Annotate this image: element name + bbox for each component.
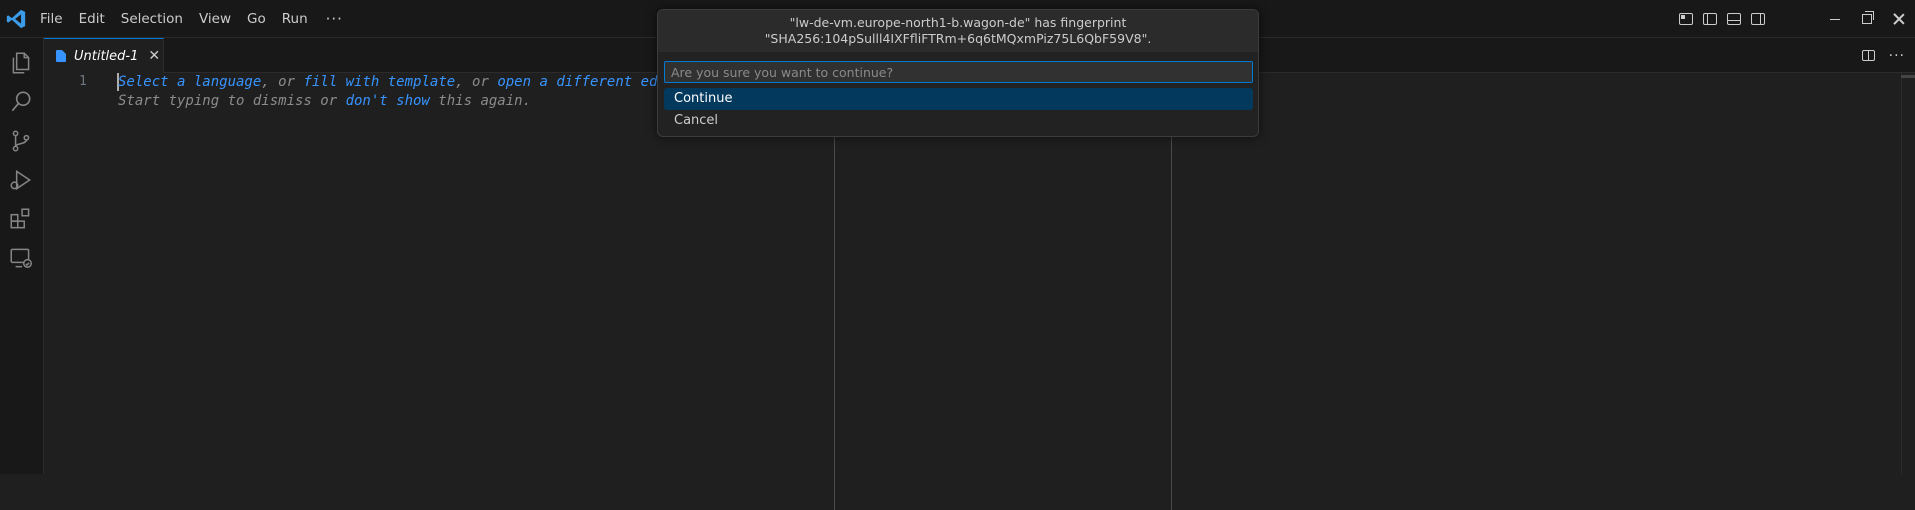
minimize-icon <box>1830 18 1840 20</box>
restore-icon <box>1862 11 1874 24</box>
vscode-logo-icon <box>6 9 26 29</box>
menu-edit[interactable]: Edit <box>71 0 113 38</box>
fill-with-template-link[interactable]: fill with template <box>303 74 455 90</box>
editor-ruler <box>834 109 835 510</box>
empty-editor-hint-line-1: Select a language, or fill with template… <box>118 74 657 90</box>
hint-text: , or <box>261 74 304 90</box>
fingerprint-value-text: "SHA256:104pSulll4IXFfliFTRm+6q6tMQxmPiz… <box>764 31 1152 46</box>
source-control-icon[interactable] <box>6 126 36 156</box>
menu-selection[interactable]: Selection <box>113 0 191 38</box>
menu-go[interactable]: Go <box>239 0 274 38</box>
fingerprint-host-text: "lw-de-vm.europe-north1-b.wagon-de" has … <box>789 15 1127 30</box>
split-editor-icon[interactable] <box>1861 50 1875 61</box>
menu-more-icon[interactable]: ··· <box>316 10 353 28</box>
empty-editor-hint-line-2: Start typing to dismiss or don't show th… <box>118 93 531 109</box>
continue-option[interactable]: Continue <box>664 88 1253 110</box>
dont-show-again-link[interactable]: don't show <box>346 93 430 109</box>
vertical-scrollbar[interactable] <box>1901 73 1915 474</box>
run-debug-icon[interactable] <box>6 165 36 195</box>
scrollbar-marker <box>1901 75 1915 78</box>
quick-pick-title: "lw-de-vm.europe-north1-b.wagon-de" has … <box>658 10 1258 52</box>
select-language-link[interactable]: Select a language <box>118 74 261 90</box>
remote-explorer-icon[interactable] <box>6 243 36 273</box>
file-icon <box>56 50 66 62</box>
window-controls <box>1819 0 1915 38</box>
layout-controls <box>1679 0 1765 38</box>
extensions-icon[interactable] <box>6 204 36 234</box>
open-different-editor-link[interactable]: open a different ed <box>497 74 657 90</box>
activity-bar <box>0 38 44 474</box>
menu-file[interactable]: File <box>32 0 71 38</box>
editor-actions: ··· <box>1861 38 1905 73</box>
tab-label: Untitled-1 <box>74 48 139 64</box>
cancel-option[interactable]: Cancel <box>664 110 1253 132</box>
menu-view[interactable]: View <box>191 0 239 38</box>
quick-pick-input[interactable] <box>664 61 1253 83</box>
hint-text: this again. <box>429 93 532 109</box>
menu-bar: File Edit Selection View Go Run ··· <box>32 0 353 38</box>
tab-untitled-1[interactable]: Untitled-1 ✕ <box>44 38 164 73</box>
explorer-icon[interactable] <box>6 48 36 78</box>
toggle-panel-icon[interactable] <box>1727 13 1741 25</box>
close-window-button[interactable] <box>1883 0 1915 38</box>
menu-run[interactable]: Run <box>274 0 316 38</box>
editor-ruler <box>1171 109 1172 510</box>
toggle-primary-sidebar-icon[interactable] <box>1703 13 1717 25</box>
tab-close-icon[interactable]: ✕ <box>148 48 160 64</box>
close-icon <box>1893 13 1905 25</box>
hint-text: , or <box>455 74 498 90</box>
toggle-secondary-sidebar-icon[interactable] <box>1751 13 1765 25</box>
quick-pick-dialog: "lw-de-vm.europe-north1-b.wagon-de" has … <box>657 9 1259 137</box>
minimize-button[interactable] <box>1819 0 1851 38</box>
restore-button[interactable] <box>1851 0 1883 38</box>
customize-layout-icon[interactable] <box>1679 13 1693 25</box>
more-actions-icon[interactable]: ··· <box>1889 48 1905 64</box>
hint-text: Start typing to dismiss or <box>118 93 346 109</box>
search-icon[interactable] <box>6 87 36 117</box>
line-number: 1 <box>79 74 87 89</box>
